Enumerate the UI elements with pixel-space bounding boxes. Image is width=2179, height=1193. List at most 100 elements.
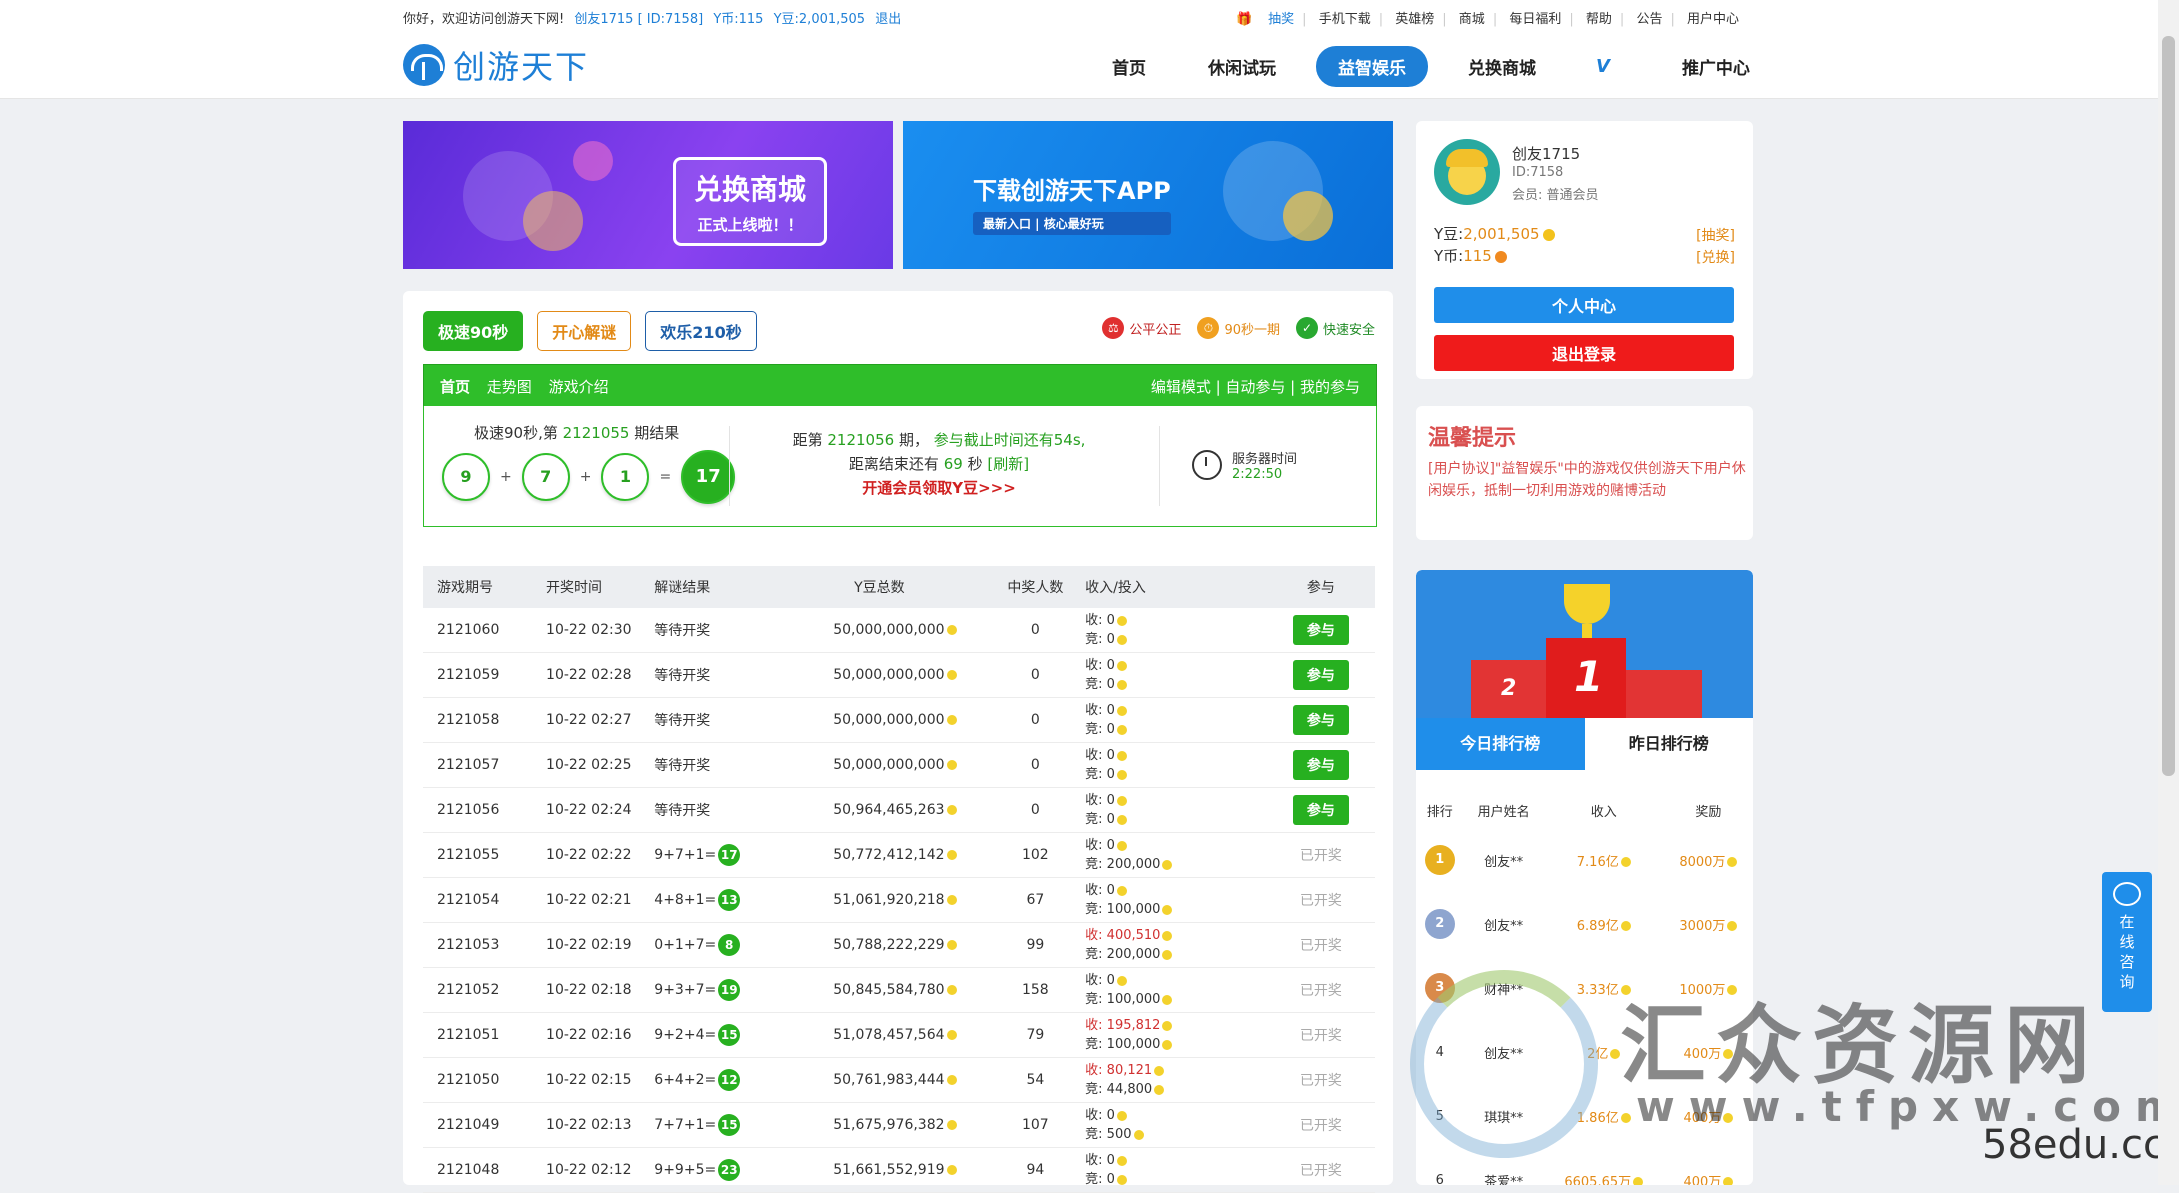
member-link[interactable]: 开通会员领取Y豆>>> (754, 476, 1124, 500)
exchange-link[interactable]: [兑换] (1696, 247, 1735, 267)
cell-join: 已开奖 (1266, 832, 1375, 878)
join-button[interactable]: 参与 (1292, 660, 1349, 690)
subnav-intro[interactable]: 游戏介绍 (549, 378, 609, 396)
top-link-download[interactable]: 手机下载 (1319, 12, 1371, 27)
cell-join: 已开奖 (1266, 1102, 1375, 1148)
cell-time: 10-22 02:12 (545, 1147, 654, 1193)
online-consult-button[interactable]: 在线咨询 (2102, 872, 2152, 1012)
done-label: 已开奖 (1299, 1073, 1342, 1089)
cell-winners: 54 (986, 1057, 1085, 1103)
nav-promo[interactable]: 推广中心 (1660, 46, 1772, 87)
logout-link[interactable]: 退出 (875, 12, 901, 27)
result-ball: 7 (521, 453, 570, 501)
scrollbar-thumb[interactable] (2162, 36, 2175, 776)
cell-total: 51,078,457,564 (772, 1012, 987, 1058)
done-label: 已开奖 (1299, 1163, 1342, 1179)
cell-income: 收: 0 竞: 0 (1084, 697, 1267, 743)
exchange-banner-title: 兑换商城 (694, 173, 807, 206)
cell-time: 10-22 02:25 (545, 742, 654, 788)
cell-time: 10-22 02:28 (545, 652, 654, 698)
top-link-shop[interactable]: 商城 (1459, 12, 1485, 27)
tip-title: 温馨提示 (1428, 426, 1517, 451)
cell-time: 10-22 02:24 (545, 787, 654, 833)
chat-icon (2113, 882, 2141, 906)
rank-cell-income: 6.89亿 (1544, 892, 1664, 956)
clock-icon (1192, 450, 1222, 480)
nav-home[interactable]: 首页 (1090, 46, 1168, 87)
col-total: Y豆总数 (772, 566, 987, 608)
rank-cell-rank: 2 (1416, 892, 1464, 956)
exchange-banner-text: 兑换商城 正式上线啦！！ (673, 157, 828, 246)
app-download-banner[interactable]: 下载创游天下APP 最新入口 | 核心最好玩 (903, 121, 1393, 269)
page-scrollbar[interactable] (2158, 0, 2179, 1185)
join-button[interactable]: 参与 (1292, 795, 1349, 825)
user-id-link[interactable]: 创友1715 [ ID:7158] (574, 12, 703, 27)
logout-button[interactable]: 退出登录 (1434, 335, 1734, 371)
nav-vip-icon[interactable]: V (1576, 48, 1630, 85)
join-button[interactable]: 参与 (1292, 705, 1349, 735)
bean-icon (946, 1120, 957, 1130)
main-nav-bar: 创游天下 首页 休闲试玩 益智娱乐 兑换商城 V 推广中心 (0, 34, 2179, 99)
cell-result: 等待开奖 (653, 742, 773, 788)
refresh-link[interactable]: [刷新] (987, 455, 1029, 473)
subnav-right-links[interactable]: 编辑模式 | 自动参与 | 我的参与 (1151, 376, 1360, 397)
cell-result: 0+1+7= 8 (653, 922, 773, 968)
cell-issue: 2121057 (423, 742, 546, 788)
mode-fun210[interactable]: 欢乐210秒 (645, 311, 757, 351)
cell-issue: 2121049 (423, 1102, 546, 1148)
cell-income: 收: 0 竞: 100,000 (1084, 877, 1267, 923)
cell-winners: 0 (986, 608, 1085, 653)
tab-today-ranking[interactable]: 今日排行榜 (1416, 718, 1585, 770)
cell-income: 收: 0 竞: 0 (1084, 1147, 1267, 1193)
ycoin-text: Y币:115 (713, 12, 764, 27)
cell-result: 等待开奖 (653, 787, 773, 833)
cell-income: 收: 0 竞: 0 (1084, 652, 1267, 698)
site-logo[interactable]: 创游天下 (403, 42, 589, 88)
rank-cell-reward: 3000万 (1664, 892, 1753, 956)
cell-time: 10-22 02:18 (545, 967, 654, 1013)
top-link-lottery[interactable]: 抽奖 (1268, 12, 1294, 27)
cell-result: 9+7+1= 17 (653, 832, 773, 878)
result-title: 极速90秒,第 2121055 期结果 (474, 424, 680, 442)
table-row: 2121053 10-22 02:19 0+1+7= 8 50,788,222,229 9… (423, 922, 1375, 968)
exchange-shop-banner[interactable]: 兑换商城 正式上线啦！！ (403, 121, 893, 269)
table-row: 2121052 10-22 02:18 9+3+7= 19 50,845,584,780… (423, 967, 1375, 1013)
join-button[interactable]: 参与 (1292, 615, 1349, 645)
logo-icon (403, 44, 445, 86)
cell-total: 50,964,465,263 (772, 787, 987, 833)
cell-result: 9+2+4= 15 (653, 1012, 773, 1058)
cell-join: 已开奖 (1266, 1057, 1375, 1103)
table-row: 2121048 10-22 02:12 9+9+5= 23 51,661,552,919… (423, 1147, 1375, 1193)
lottery-link[interactable]: [抽奖] (1696, 225, 1735, 245)
join-button[interactable]: 参与 (1292, 750, 1349, 780)
rank-col-reward: 奖励 (1695, 804, 1722, 820)
ranking-row: 6 茶爱** 6605.65万 400万 (1416, 1148, 1753, 1185)
nav-exchange[interactable]: 兑换商城 (1446, 46, 1558, 87)
nav-puzzle[interactable]: 益智娱乐 (1316, 46, 1428, 87)
greeting: 你好，欢迎访问创游天下网! (403, 12, 565, 27)
cell-time: 10-22 02:13 (545, 1102, 654, 1148)
tab-yesterday-ranking[interactable]: 昨日排行榜 (1584, 718, 1753, 770)
top-link-heroes[interactable]: 英雄榜 (1395, 12, 1434, 27)
top-link-help[interactable]: 帮助 (1586, 12, 1612, 27)
cell-join: 参与 (1266, 742, 1375, 788)
top-link-daily[interactable]: 每日福利 (1509, 12, 1561, 27)
subnav-trend[interactable]: 走势图 (487, 378, 532, 396)
nav-casual[interactable]: 休闲试玩 (1186, 46, 1298, 87)
avatar[interactable] (1434, 139, 1500, 205)
tip-text: [用户协议]"益智娱乐"中的游戏仅供创游天下用户休闲娱乐，抵制一切利用游戏的赌博… (1428, 461, 1746, 499)
mode-fast90[interactable]: 极速90秒 (423, 311, 524, 351)
ybean-balance: Y豆:2,001,505 (1434, 223, 1555, 244)
mode-puzzle[interactable]: 开心解谜 (537, 311, 632, 351)
top-link-notice[interactable]: 公告 (1636, 12, 1662, 27)
cell-issue: 2121060 (423, 608, 546, 653)
top-link-user-center[interactable]: 用户中心 (1687, 12, 1739, 27)
bean-icon (946, 670, 957, 680)
cell-total: 51,661,552,919 (772, 1147, 987, 1193)
subnav-home[interactable]: 首页 (440, 378, 470, 396)
user-center-button[interactable]: 个人中心 (1434, 287, 1734, 323)
cell-issue: 2121053 (423, 922, 546, 968)
game-mode-tabs: 极速90秒 开心解谜 欢乐210秒 (423, 311, 771, 351)
cell-winners: 99 (986, 922, 1085, 968)
cell-result: 等待开奖 (653, 608, 773, 653)
